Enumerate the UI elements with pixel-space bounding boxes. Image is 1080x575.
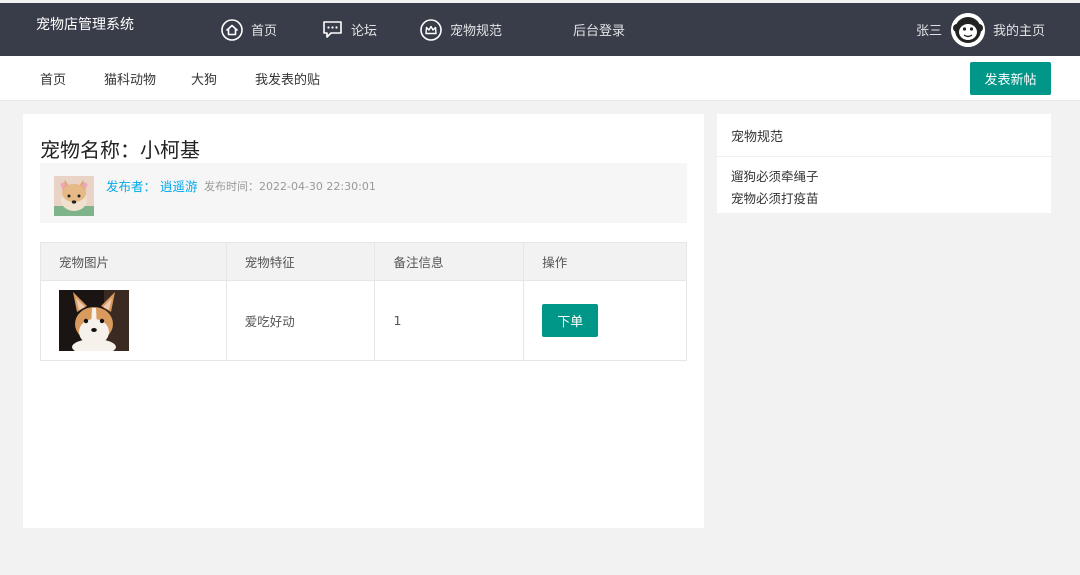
- topnav-pet-rules[interactable]: 宠物规范: [420, 3, 502, 56]
- table-row: 爱吃好动 1 下单: [40, 280, 687, 361]
- pet-feature-cell: 爱吃好动: [225, 280, 376, 361]
- topnav-home-label: 首页: [251, 24, 278, 39]
- post-meta: 发布者： 逍遥游 发布时间：2022-04-30 22:30:01: [40, 163, 687, 223]
- post-detail-card: 宠物名称：小柯基 发布者： 逍遥游 发布时间：2022-04-30 22:30:0…: [23, 114, 704, 528]
- pet-table: 宠物图片 宠物特征 备注信息 操作 爱吃好动 1 下单: [40, 242, 687, 361]
- publish-time: 发布时间：2022-04-30 22:30:01: [204, 180, 376, 193]
- sub-nav: 首页 猫科动物 大狗 我发表的贴 发表新帖: [0, 56, 1080, 101]
- column-header-note: 备注信息: [374, 242, 525, 281]
- subnav-feline[interactable]: 猫科动物: [104, 56, 156, 101]
- column-header-image: 宠物图片: [40, 242, 227, 281]
- pet-note-cell: 1: [374, 280, 525, 361]
- home-icon: [221, 18, 243, 41]
- shiba-avatar-icon: [54, 176, 94, 216]
- new-post-button[interactable]: 发表新帖: [970, 62, 1051, 95]
- pet-rules-list: 遛狗必须牵绳子 宠物必须打疫苗: [717, 157, 1051, 210]
- crown-icon: [420, 18, 442, 41]
- subnav-my-posts[interactable]: 我发表的贴: [255, 56, 320, 101]
- subnav-home[interactable]: 首页: [40, 56, 66, 101]
- top-header: 宠物店管理系统 首页 论坛 宠物规范 后台登录 张三 我的主页: [0, 3, 1080, 56]
- subnav-big-dog[interactable]: 大狗: [191, 56, 217, 101]
- page-title: 宠物名称：小柯基: [40, 138, 200, 162]
- monkey-avatar-icon: [951, 13, 985, 47]
- publisher-name-link[interactable]: 逍遥游: [160, 179, 198, 194]
- order-button[interactable]: 下单: [542, 304, 599, 337]
- list-item: 宠物必须打疫苗: [731, 191, 819, 206]
- column-header-action: 操作: [523, 242, 687, 281]
- publisher-info: 发布者： 逍遥游: [106, 176, 198, 195]
- topnav-home[interactable]: 首页: [221, 3, 277, 56]
- my-homepage-link[interactable]: 我的主页: [993, 3, 1045, 56]
- topnav-admin-login-label: 后台登录: [573, 24, 626, 39]
- column-header-feature: 宠物特征: [225, 242, 376, 281]
- pet-rules-title: 宠物规范: [717, 114, 1051, 157]
- pet-image-cell: [40, 280, 227, 361]
- user-name[interactable]: 张三: [916, 3, 942, 56]
- avatar[interactable]: [951, 13, 985, 47]
- publisher-label: 发布者：: [106, 179, 157, 194]
- topnav-admin-login[interactable]: 后台登录: [573, 3, 625, 56]
- topnav-pet-rules-label: 宠物规范: [450, 24, 503, 39]
- publisher-avatar: [54, 176, 94, 216]
- pet-action-cell: 下单: [523, 280, 687, 361]
- corgi-photo[interactable]: [59, 290, 129, 351]
- table-header-row: 宠物图片 宠物特征 备注信息 操作: [40, 242, 687, 281]
- app-brand[interactable]: 宠物店管理系统: [36, 14, 134, 34]
- pet-rules-panel: 宠物规范 遛狗必须牵绳子 宠物必须打疫苗: [717, 114, 1051, 213]
- topnav-forum-label: 论坛: [351, 24, 378, 39]
- list-item: 遛狗必须牵绳子: [731, 169, 819, 184]
- chat-icon: [323, 21, 342, 38]
- topnav-forum[interactable]: 论坛: [322, 3, 377, 56]
